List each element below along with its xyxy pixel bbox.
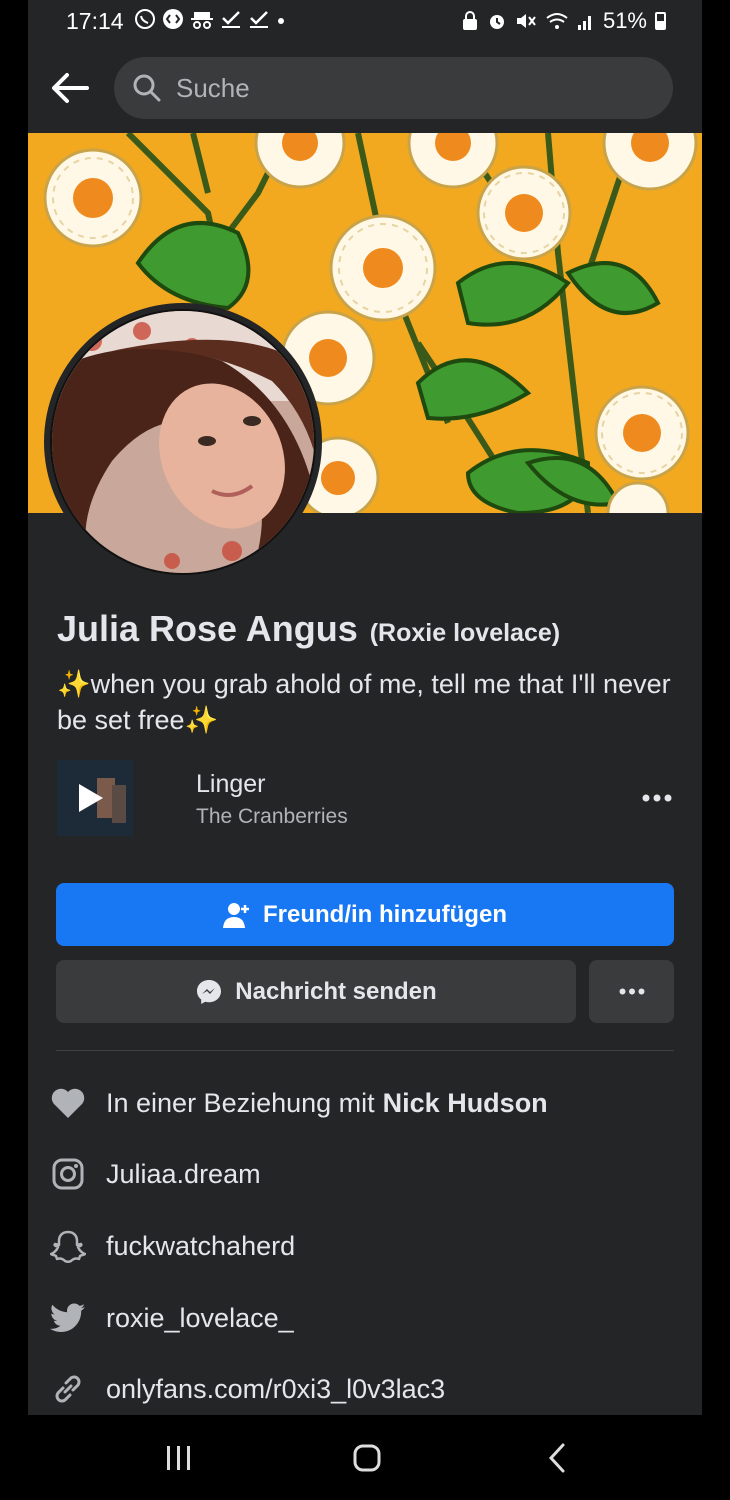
send-message-label: Nachricht senden (235, 977, 437, 1005)
section-divider (56, 1050, 674, 1051)
website-row[interactable]: onlyfans.com/r0xi3_l0v3lac3 (48, 1364, 688, 1414)
home-icon (353, 1444, 381, 1472)
dot-icon (278, 18, 284, 24)
whatsapp-icon (135, 9, 155, 29)
chevron-left-icon (548, 1443, 565, 1473)
avatar-photo (52, 311, 314, 573)
album-art[interactable] (57, 760, 133, 836)
instagram-icon (48, 1154, 88, 1194)
check-download-icon (222, 11, 240, 28)
snapchat-icon (48, 1226, 88, 1266)
search-bar[interactable] (114, 57, 673, 119)
instagram-row[interactable]: Juliaa.dream (48, 1149, 688, 1199)
link-icon (48, 1369, 88, 1409)
shazam-icon (163, 9, 183, 29)
add-friend-button[interactable]: Freund/in hinzufügen (56, 883, 674, 946)
search-input[interactable] (176, 72, 636, 104)
incognito-icon (191, 12, 213, 29)
notification-icons (134, 8, 286, 30)
more-horizontal-icon (619, 988, 644, 995)
send-message-button[interactable]: Nachricht senden (56, 960, 576, 1023)
system-navigation-bar (0, 1415, 730, 1500)
avatar (50, 309, 316, 575)
snapchat-row[interactable]: fuckwatchaherd (48, 1221, 688, 1271)
profile-bio: ✨when you grab ahold of me, tell me that… (57, 669, 671, 735)
heart-icon (48, 1083, 88, 1123)
relationship-row: In einer Beziehung mit Nick Hudson (48, 1078, 688, 1128)
messenger-icon (197, 979, 222, 1004)
more-horizontal-icon (642, 794, 672, 802)
back-nav-button[interactable] (527, 1435, 587, 1481)
profile-name: Julia Rose Angus (57, 608, 358, 649)
signal-icon (577, 16, 591, 30)
twitter-icon (48, 1298, 88, 1338)
system-status-icons: 51% (461, 8, 666, 34)
relationship-label: In einer Beziehung mit (106, 1087, 375, 1118)
recent-apps-icon (167, 1446, 190, 1470)
instagram-handle[interactable]: Juliaa.dream (106, 1159, 261, 1190)
wifi-icon (546, 13, 568, 29)
status-bar: 17:14 51% (28, 0, 702, 44)
home-button[interactable] (337, 1435, 397, 1481)
profile-picture[interactable] (44, 303, 322, 581)
profile-name-row: Julia Rose Angus (Roxie lovelace) (57, 608, 560, 650)
alternate-name: (Roxie lovelace) (369, 619, 561, 647)
recent-apps-button[interactable] (149, 1435, 209, 1481)
person-plus-icon (223, 902, 250, 928)
snapchat-handle[interactable]: fuckwatchaherd (106, 1231, 295, 1262)
search-header (28, 44, 702, 132)
twitter-handle[interactable]: roxie_lovelace_ (106, 1303, 294, 1334)
song-title: Linger (196, 770, 266, 798)
add-friend-label: Freund/in hinzufügen (263, 900, 507, 928)
twitter-row[interactable]: roxie_lovelace_ (48, 1293, 688, 1343)
relationship-partner-link[interactable]: Nick Hudson (383, 1088, 548, 1119)
profile-screen: 17:14 51% Suche Julia Rose Angus (Roxie … (28, 0, 702, 1415)
song-options-button[interactable] (637, 780, 677, 816)
song-artist: The Cranberries (196, 805, 348, 828)
play-icon (57, 760, 133, 836)
battery-percent: 51% (602, 8, 647, 33)
lock-icon (462, 11, 477, 30)
arrow-left-icon (52, 73, 89, 103)
mute-icon (516, 14, 536, 28)
alarm-icon (489, 15, 504, 29)
battery-icon (655, 12, 666, 30)
website-link[interactable]: onlyfans.com/r0xi3_l0v3lac3 (106, 1374, 445, 1405)
more-actions-button[interactable] (589, 960, 674, 1023)
search-icon (133, 74, 161, 102)
check-download-icon (250, 11, 268, 28)
profile-song[interactable]: Linger The Cranberries (57, 760, 677, 838)
back-button[interactable] (48, 66, 92, 110)
status-time: 17:14 (66, 8, 124, 34)
